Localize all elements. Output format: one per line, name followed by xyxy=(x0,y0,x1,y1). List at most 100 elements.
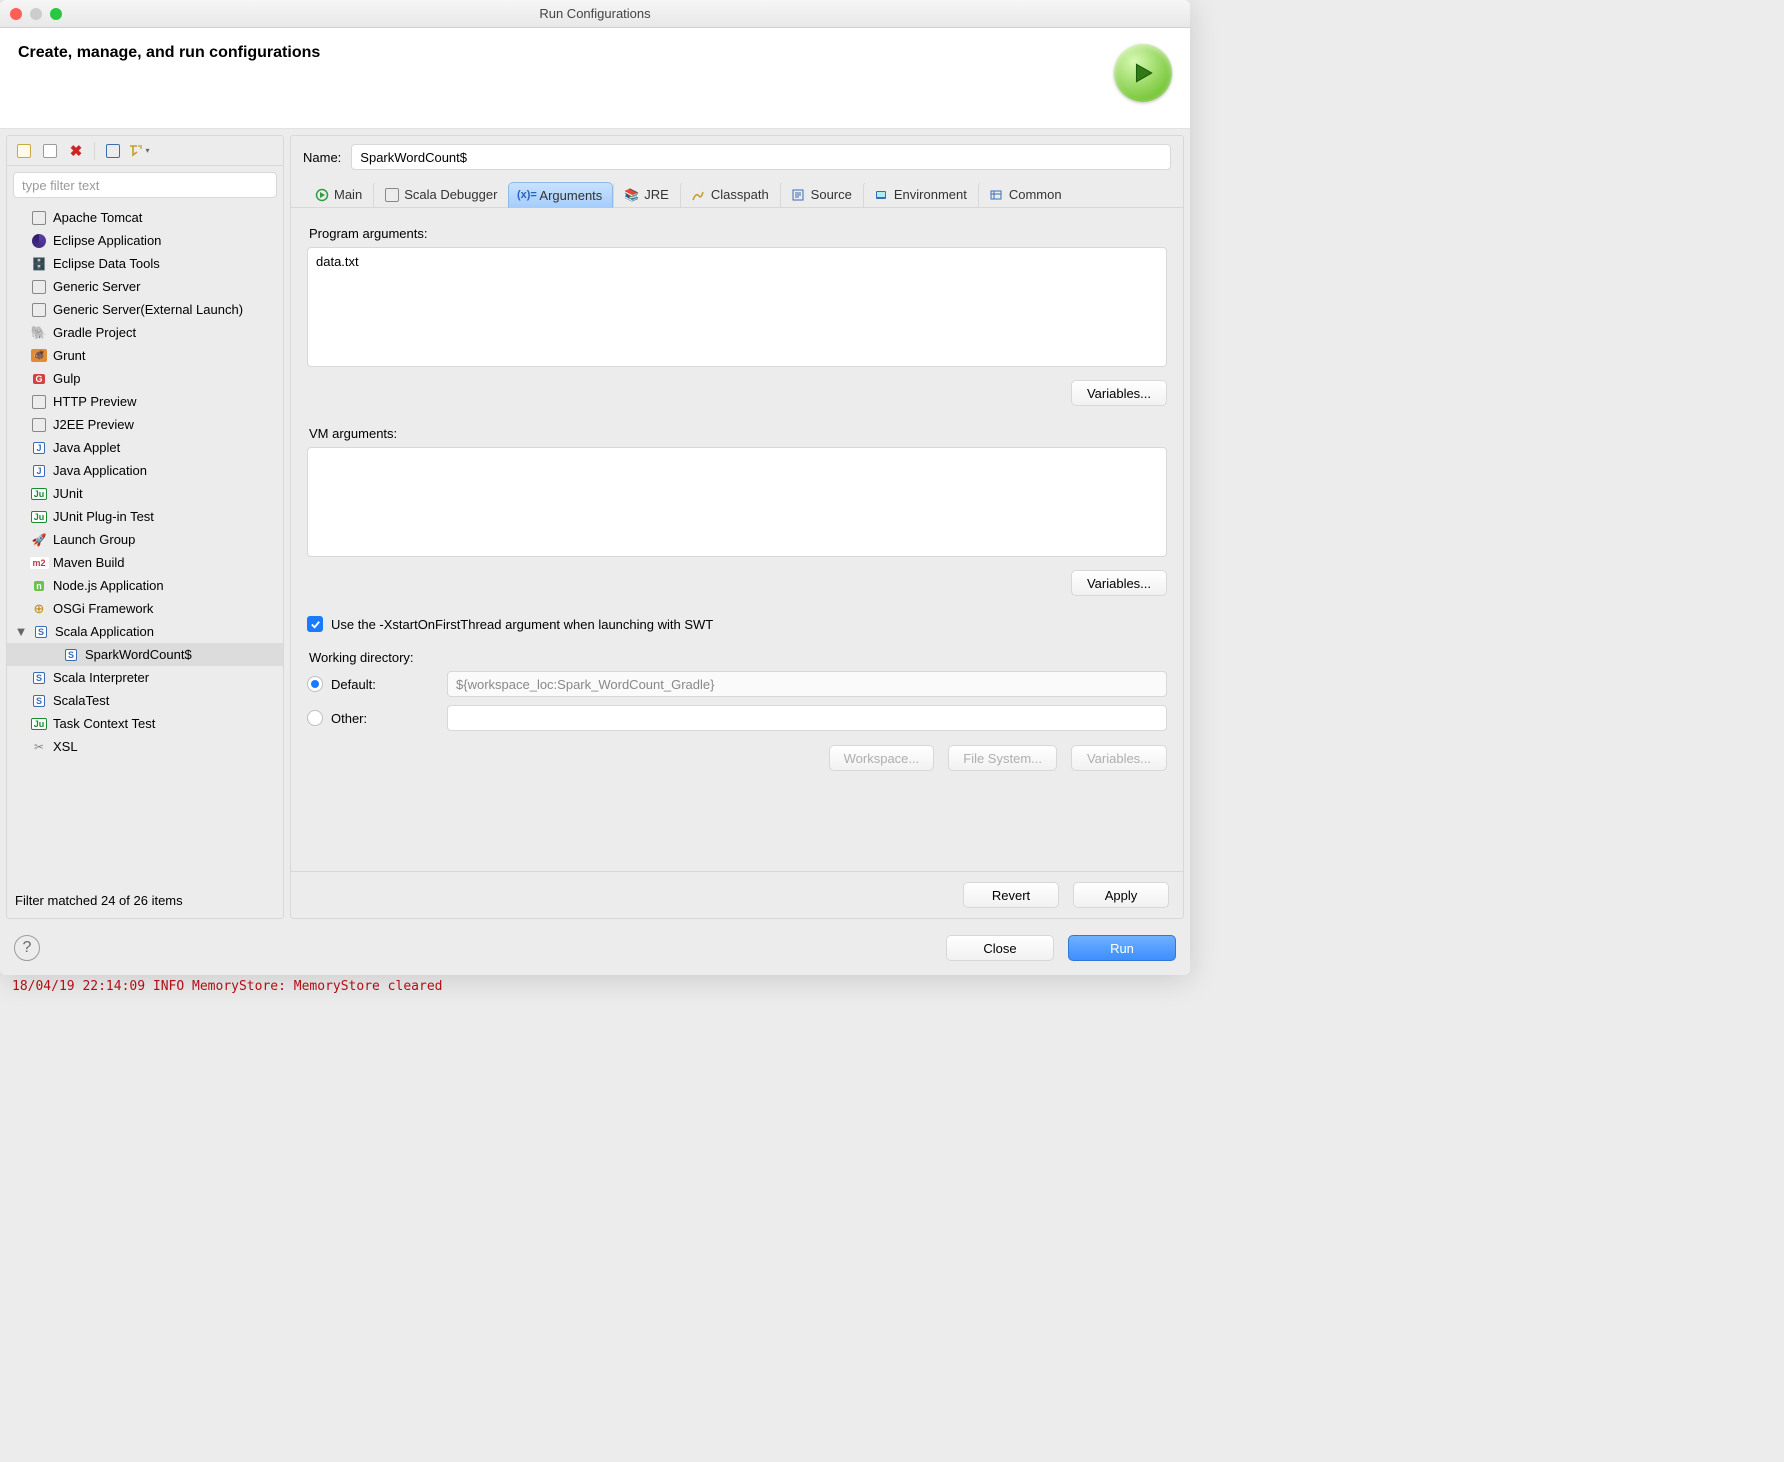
tab-main[interactable]: Main xyxy=(303,181,373,207)
tab-icon xyxy=(989,187,1004,202)
configurations-sidebar: ✖ ▾ Apache TomcatEclipse Application🗄️Ec… xyxy=(6,135,284,919)
tree-item[interactable]: SSparkWordCount$ xyxy=(7,643,283,666)
new-config-button[interactable] xyxy=(13,140,35,162)
tree-item[interactable]: 🗄️Eclipse Data Tools xyxy=(7,252,283,275)
wd-other-input[interactable] xyxy=(447,705,1167,731)
filter-input[interactable] xyxy=(13,172,277,198)
tree-item[interactable]: JJava Applet xyxy=(7,436,283,459)
tree-item-label: Scala Interpreter xyxy=(53,670,149,685)
config-type-icon xyxy=(31,233,47,249)
toolbar-separator xyxy=(94,142,95,160)
config-type-icon: S xyxy=(33,624,49,640)
tab-arguments[interactable]: (x)= Arguments xyxy=(508,182,613,208)
config-type-icon xyxy=(31,279,47,295)
vm-variables-button[interactable]: Variables... xyxy=(1071,570,1167,596)
tab-environment[interactable]: Environment xyxy=(863,181,978,207)
program-variables-button[interactable]: Variables... xyxy=(1071,380,1167,406)
tree-item[interactable]: Generic Server xyxy=(7,275,283,298)
tab-label: Source xyxy=(811,187,852,202)
wd-workspace-button[interactable]: Workspace... xyxy=(829,745,935,771)
tree-item[interactable]: JuTask Context Test xyxy=(7,712,283,735)
config-type-icon: Ju xyxy=(31,486,47,502)
config-type-icon: S xyxy=(31,693,47,709)
tab-label: JRE xyxy=(644,187,669,202)
tree-item[interactable]: G Gulp xyxy=(7,367,283,390)
wd-other-radio[interactable]: Other: xyxy=(307,710,447,726)
tab-label: Arguments xyxy=(539,188,602,203)
tab-jre[interactable]: 📚 JRE xyxy=(613,181,680,207)
help-button[interactable]: ? xyxy=(14,935,40,961)
tab-icon xyxy=(791,187,806,202)
tree-item[interactable]: SScala Interpreter xyxy=(7,666,283,689)
tree-item[interactable]: S ScalaTest xyxy=(7,689,283,712)
tree-item[interactable]: 🚀Launch Group xyxy=(7,528,283,551)
tab-icon xyxy=(314,187,329,202)
collapse-all-button[interactable] xyxy=(102,140,124,162)
tree-item-label: Gulp xyxy=(53,371,80,386)
delete-config-button[interactable]: ✖ xyxy=(65,140,87,162)
program-args-label: Program arguments: xyxy=(309,226,1167,241)
tab-scala-debugger[interactable]: Scala Debugger xyxy=(373,181,508,207)
config-type-icon xyxy=(31,417,47,433)
console-log-line: 18/04/19 22:14:09 INFO MemoryStore: Memo… xyxy=(0,975,1784,994)
tree-item[interactable]: ⊕OSGi Framework xyxy=(7,597,283,620)
tree-item[interactable]: ✂XSL xyxy=(7,735,283,758)
config-type-icon: J xyxy=(31,440,47,456)
tree-item-label: Node.js Application xyxy=(53,578,164,593)
tab-classpath[interactable]: Classpath xyxy=(680,181,780,207)
tree-item[interactable]: Apache Tomcat xyxy=(7,206,283,229)
tree-item[interactable]: n Node.js Application xyxy=(7,574,283,597)
tree-item[interactable]: JJava Application xyxy=(7,459,283,482)
tree-item[interactable]: Eclipse Application xyxy=(7,229,283,252)
swt-checkbox-row[interactable]: Use the -XstartOnFirstThread argument wh… xyxy=(307,616,1167,632)
program-args-textarea[interactable]: data.txt xyxy=(307,247,1167,367)
wd-filesystem-button[interactable]: File System... xyxy=(948,745,1057,771)
titlebar: Run Configurations xyxy=(0,0,1190,28)
tree-item[interactable]: ▼SScala Application xyxy=(7,620,283,643)
revert-button[interactable]: Revert xyxy=(963,882,1059,908)
tree-item[interactable]: 🐘Gradle Project xyxy=(7,321,283,344)
tree-item[interactable]: m2Maven Build xyxy=(7,551,283,574)
tree-item-label: Maven Build xyxy=(53,555,125,570)
tab-icon xyxy=(691,187,706,202)
radio-off-icon xyxy=(307,710,323,726)
duplicate-config-button[interactable] xyxy=(39,140,61,162)
tree-item-label: XSL xyxy=(53,739,78,754)
tree-item[interactable]: 🐗Grunt xyxy=(7,344,283,367)
sidebar-toolbar: ✖ ▾ xyxy=(7,136,283,166)
vm-args-textarea[interactable] xyxy=(307,447,1167,557)
tree-item[interactable]: J2EE Preview xyxy=(7,413,283,436)
tree-item-label: J2EE Preview xyxy=(53,417,134,432)
tab-common[interactable]: Common xyxy=(978,181,1073,207)
vm-args-label: VM arguments: xyxy=(309,426,1167,441)
tree-item-label: ScalaTest xyxy=(53,693,109,708)
wd-variables-button[interactable]: Variables... xyxy=(1071,745,1167,771)
swt-checkbox[interactable] xyxy=(307,616,323,632)
wd-default-radio[interactable]: Default: xyxy=(307,676,447,692)
swt-checkbox-label: Use the -XstartOnFirstThread argument wh… xyxy=(331,617,713,632)
tab-label: Main xyxy=(334,187,362,202)
run-button[interactable]: Run xyxy=(1068,935,1176,961)
filter-button[interactable]: ▾ xyxy=(128,140,150,162)
tab-icon: (x)= xyxy=(519,188,534,203)
configurations-tree[interactable]: Apache TomcatEclipse Application🗄️Eclips… xyxy=(7,204,283,887)
tree-item-label: OSGi Framework xyxy=(53,601,153,616)
tab-icon: 📚 xyxy=(624,187,639,202)
apply-button[interactable]: Apply xyxy=(1073,882,1169,908)
tree-item-label: Generic Server xyxy=(53,279,140,294)
close-button[interactable]: Close xyxy=(946,935,1054,961)
tree-item-label: Task Context Test xyxy=(53,716,155,731)
tree-item[interactable]: HTTP Preview xyxy=(7,390,283,413)
window-title: Run Configurations xyxy=(0,6,1190,21)
tab-source[interactable]: Source xyxy=(780,181,863,207)
tree-item-label: JUnit xyxy=(53,486,83,501)
name-row: Name: xyxy=(291,136,1183,178)
config-type-icon: 🐗 xyxy=(31,348,47,364)
config-type-icon: n xyxy=(31,578,47,594)
tree-item[interactable]: Ju JUnit xyxy=(7,482,283,505)
config-type-icon: G xyxy=(31,371,47,387)
tree-item[interactable]: JuJUnit Plug-in Test xyxy=(7,505,283,528)
tree-item[interactable]: Generic Server(External Launch) xyxy=(7,298,283,321)
name-input[interactable] xyxy=(351,144,1171,170)
name-label: Name: xyxy=(303,150,341,165)
